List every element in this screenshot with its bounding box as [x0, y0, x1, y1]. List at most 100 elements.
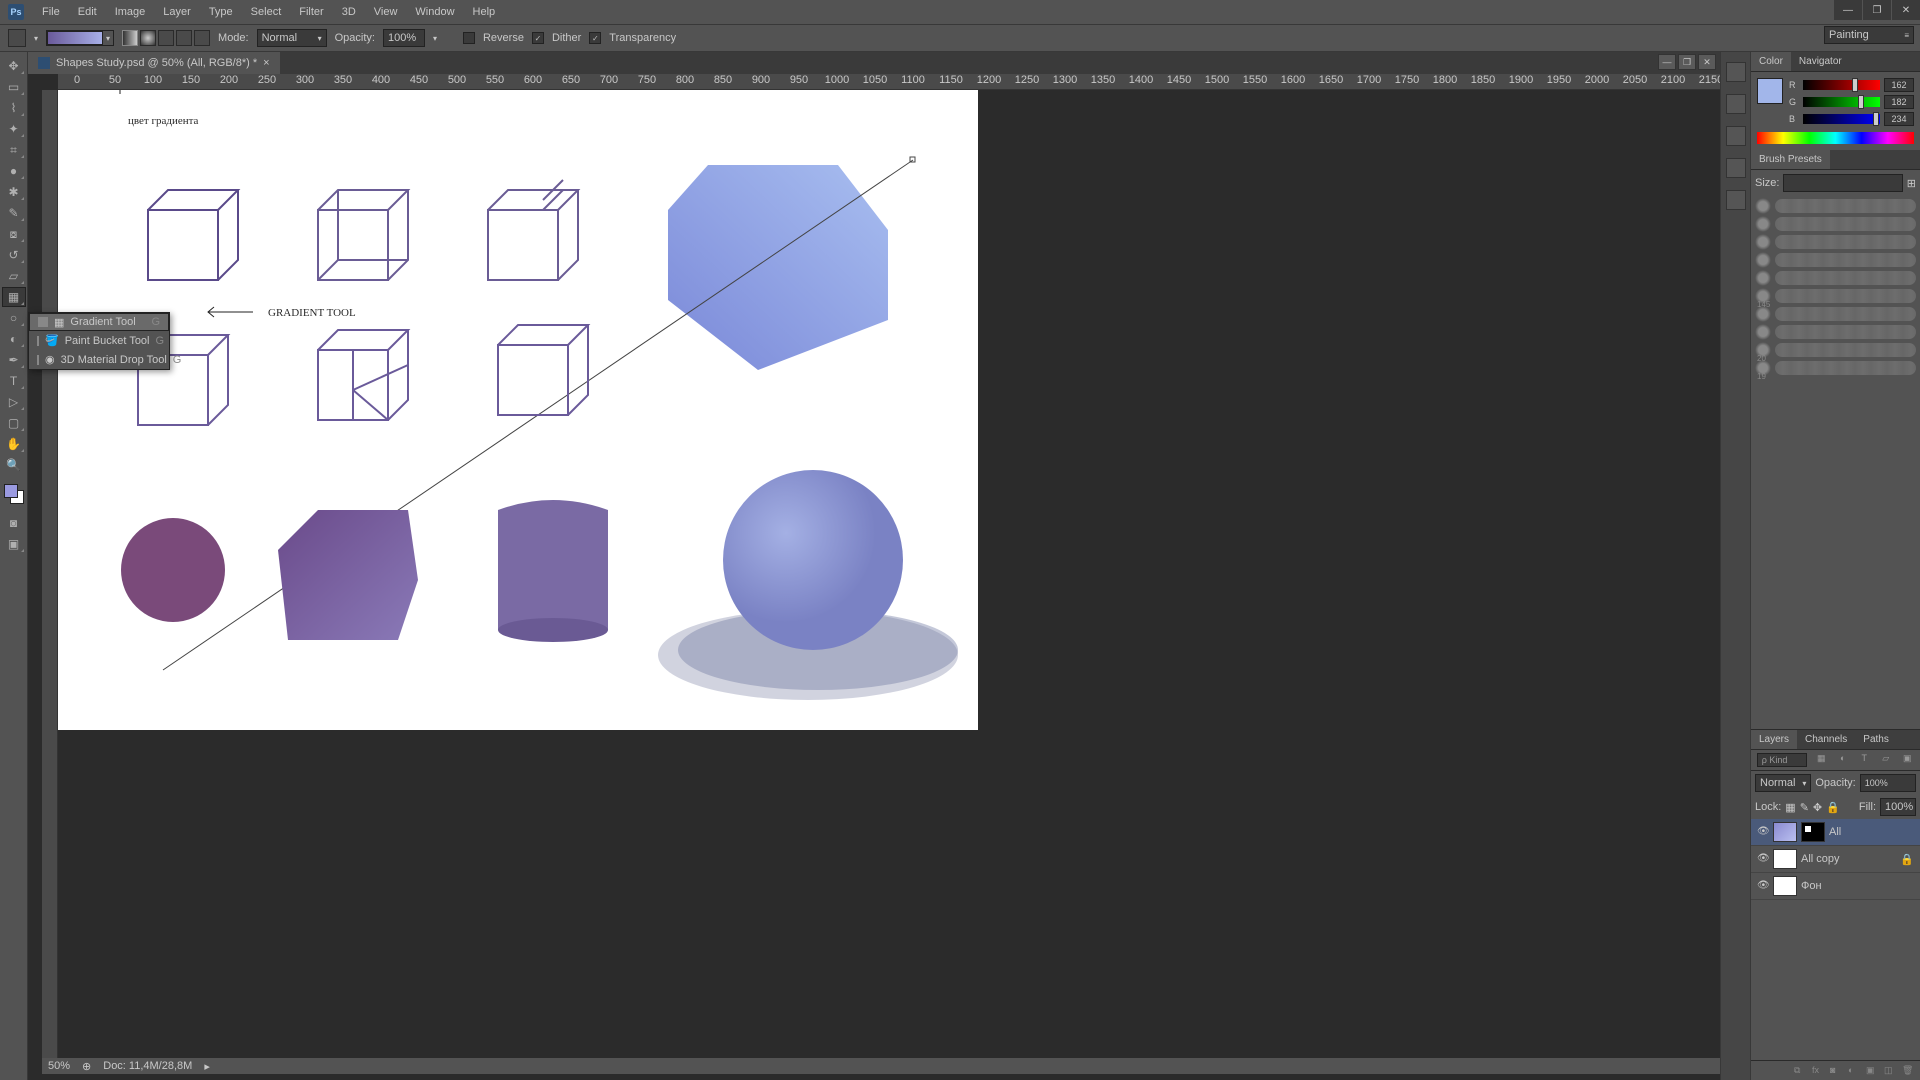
b-value[interactable]: 234: [1884, 112, 1914, 126]
brush-preset[interactable]: 20: [1755, 342, 1916, 358]
transparency-checkbox[interactable]: [589, 32, 601, 44]
type-tool[interactable]: T: [2, 371, 26, 391]
dither-checkbox[interactable]: [532, 32, 544, 44]
menu-edit[interactable]: Edit: [70, 2, 105, 22]
lock-all-icon[interactable]: 🔒: [1826, 801, 1840, 814]
gradient-diamond-icon[interactable]: [194, 30, 210, 46]
shape-tool[interactable]: ▢: [2, 413, 26, 433]
tab-color[interactable]: Color: [1751, 52, 1791, 71]
menu-help[interactable]: Help: [465, 2, 504, 22]
eyedropper-tool[interactable]: ⦁: [2, 161, 26, 181]
gradient-preview[interactable]: [47, 31, 103, 45]
layer-fill-input[interactable]: 100%: [1880, 798, 1916, 816]
gradient-radial-icon[interactable]: [140, 30, 156, 46]
lock-trans-icon[interactable]: ▦: [1785, 801, 1795, 814]
r-slider[interactable]: [1803, 80, 1880, 90]
window-minimize-icon[interactable]: —: [1834, 0, 1862, 20]
menu-filter[interactable]: Filter: [291, 2, 331, 22]
link-layers-icon[interactable]: ⧉: [1794, 1065, 1806, 1077]
color-spectrum[interactable]: [1757, 132, 1914, 144]
filter-adjust-icon[interactable]: ◐: [1836, 753, 1850, 767]
r-value[interactable]: 162: [1884, 78, 1914, 92]
move-tool[interactable]: ✥: [2, 56, 26, 76]
layer-row[interactable]: 👁All: [1751, 819, 1920, 846]
tab-channels[interactable]: Channels: [1797, 730, 1855, 749]
tab-paths[interactable]: Paths: [1855, 730, 1897, 749]
lock-pixels-icon[interactable]: ✎: [1800, 801, 1809, 814]
panel-icon-1[interactable]: [1726, 62, 1746, 82]
healing-brush-tool[interactable]: ✱: [2, 182, 26, 202]
filter-smart-icon[interactable]: ▣: [1900, 753, 1914, 767]
layer-fx-icon[interactable]: fx: [1812, 1065, 1824, 1077]
reverse-checkbox[interactable]: [463, 32, 475, 44]
brush-preset[interactable]: 19: [1755, 360, 1916, 376]
lasso-tool[interactable]: ⌇: [2, 98, 26, 118]
document-tab[interactable]: Shapes Study.psd @ 50% (All, RGB/8*) *×: [28, 52, 280, 74]
canvas[interactable]: цвет градиента GRADIENT TOOL: [58, 90, 978, 730]
doc-minimize-icon[interactable]: —: [1658, 54, 1676, 70]
panel-icon-2[interactable]: [1726, 94, 1746, 114]
opacity-input[interactable]: 100%: [383, 29, 425, 47]
brush-preset[interactable]: [1755, 252, 1916, 268]
flyout-3d-material-tool[interactable]: ◉3D Material Drop ToolG: [29, 350, 169, 369]
layer-mask-icon[interactable]: ◙: [1830, 1065, 1842, 1077]
gradient-picker-arrow-icon[interactable]: ▾: [103, 34, 113, 43]
ruler-vertical[interactable]: [42, 90, 58, 1064]
adjustment-layer-icon[interactable]: ◐: [1848, 1065, 1860, 1077]
magic-wand-tool[interactable]: ✦: [2, 119, 26, 139]
menu-file[interactable]: File: [34, 2, 68, 22]
brush-preset[interactable]: [1755, 234, 1916, 250]
close-tab-icon[interactable]: ×: [263, 57, 269, 69]
hand-tool[interactable]: ✋: [2, 434, 26, 454]
menu-select[interactable]: Select: [243, 2, 290, 22]
gradient-angle-icon[interactable]: [158, 30, 174, 46]
visibility-icon[interactable]: 👁: [1757, 880, 1769, 892]
visibility-icon[interactable]: 👁: [1757, 853, 1769, 865]
window-close-icon[interactable]: ✕: [1892, 0, 1920, 20]
doc-restore-icon[interactable]: ❐: [1678, 54, 1696, 70]
panel-icon-3[interactable]: [1726, 126, 1746, 146]
quick-mask-icon[interactable]: ◙: [2, 513, 26, 533]
gradient-linear-icon[interactable]: [122, 30, 138, 46]
brush-preset[interactable]: 145: [1755, 288, 1916, 304]
ruler-horizontal[interactable]: 0501001502002503003504004505005506006507…: [58, 74, 1720, 90]
brush-preset[interactable]: [1755, 198, 1916, 214]
menu-layer[interactable]: Layer: [155, 2, 199, 22]
brush-preset[interactable]: [1755, 216, 1916, 232]
blur-tool[interactable]: ○: [2, 308, 26, 328]
layer-filter-kind[interactable]: ρ Kind: [1757, 753, 1807, 767]
new-layer-icon[interactable]: ◫: [1884, 1065, 1896, 1077]
layer-group-icon[interactable]: ▣: [1866, 1065, 1878, 1077]
brush-size-input[interactable]: [1783, 174, 1902, 192]
menu-3d[interactable]: 3D: [334, 2, 364, 22]
menu-image[interactable]: Image: [107, 2, 154, 22]
flyout-gradient-tool[interactable]: ▦Gradient ToolG: [29, 313, 169, 331]
panel-icon-5[interactable]: [1726, 190, 1746, 210]
color-swatches[interactable]: [2, 482, 26, 506]
filter-type-icon[interactable]: T: [1857, 753, 1871, 767]
brush-toggle-icon[interactable]: ⊞: [1907, 177, 1916, 190]
foreground-color-swatch[interactable]: [1757, 78, 1783, 104]
filter-shape-icon[interactable]: ▱: [1879, 753, 1893, 767]
workspace-select[interactable]: Painting≡: [1824, 26, 1914, 44]
zoom-tool[interactable]: 🔍: [2, 455, 26, 475]
visibility-icon[interactable]: 👁: [1757, 826, 1769, 838]
marquee-tool[interactable]: ▭: [2, 77, 26, 97]
menu-view[interactable]: View: [366, 2, 406, 22]
tool-preset-picker[interactable]: [8, 29, 26, 47]
g-slider[interactable]: [1803, 97, 1880, 107]
delete-layer-icon[interactable]: 🗑: [1902, 1065, 1914, 1077]
menu-type[interactable]: Type: [201, 2, 241, 22]
panel-icon-4[interactable]: [1726, 158, 1746, 178]
layer-row[interactable]: 👁All copy🔒: [1751, 846, 1920, 873]
crop-tool[interactable]: ⌗: [2, 140, 26, 160]
status-arrow-icon[interactable]: ▸: [204, 1060, 210, 1073]
blend-mode-select[interactable]: Normal▾: [257, 29, 327, 47]
menu-window[interactable]: Window: [407, 2, 462, 22]
tab-layers[interactable]: Layers: [1751, 730, 1797, 749]
filter-pixel-icon[interactable]: ▦: [1814, 753, 1828, 767]
clone-stamp-tool[interactable]: ⧇: [2, 224, 26, 244]
path-select-tool[interactable]: ▷: [2, 392, 26, 412]
eraser-tool[interactable]: ▱: [2, 266, 26, 286]
layer-opacity-input[interactable]: 100%: [1860, 774, 1916, 792]
